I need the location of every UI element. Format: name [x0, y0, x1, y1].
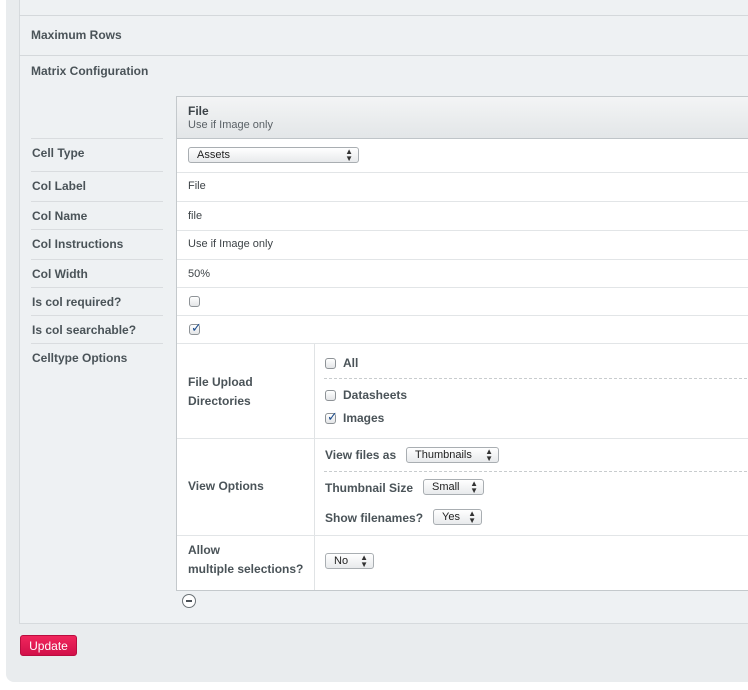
thumbnail-size-label: Thumbnail Size — [325, 481, 414, 495]
col-instructions-input[interactable]: Use if Image only — [188, 238, 273, 250]
is-col-searchable-label: Is col searchable? — [32, 323, 137, 337]
select-arrows-icon: ▲ ▼ — [470, 479, 478, 495]
row-divider — [177, 172, 748, 173]
matrix-configuration-label: Matrix Configuration — [31, 64, 149, 78]
col-width-label: Col Width — [32, 267, 88, 281]
directory-datasheets-checkbox[interactable] — [325, 390, 336, 401]
is-col-required-label: Is col required? — [32, 295, 122, 309]
allow-multiple-select[interactable]: No ▲ ▼ — [325, 553, 374, 569]
label-separator — [31, 229, 163, 230]
col-name-input[interactable]: file — [188, 210, 202, 222]
col-name-label: Col Name — [32, 209, 88, 223]
dashed-separator — [324, 378, 748, 379]
label-separator — [31, 171, 163, 172]
allow-multiple-selections-label: Allow multiple selections? — [188, 541, 303, 579]
maximum-rows-label: Maximum Rows — [31, 28, 122, 42]
label-separator — [31, 138, 163, 139]
col-label-input[interactable]: File — [188, 180, 206, 192]
view-options-label: View Options — [188, 479, 264, 493]
label-separator — [31, 259, 163, 260]
directory-images-label: Images — [343, 411, 385, 425]
file-upload-directories-label: File Upload Directories — [188, 373, 253, 411]
row-divider — [177, 438, 748, 439]
show-filenames-value: Yes — [442, 511, 460, 523]
select-arrows-icon: ▲ ▼ — [345, 147, 353, 163]
thumbnail-size-value: Small — [432, 481, 460, 493]
label-separator — [31, 201, 163, 202]
label-separator — [31, 287, 163, 288]
file-upload-label-line2: Directories — [188, 394, 251, 408]
select-arrows-icon: ▲ ▼ — [360, 553, 368, 569]
col-width-input[interactable]: 50% — [188, 268, 210, 280]
matrix-column: File Use if Image only Assets ▲ ▼ File fi… — [176, 96, 748, 591]
dashed-separator — [324, 471, 748, 472]
cell-type-value: Assets — [197, 149, 231, 161]
remove-column-button[interactable] — [182, 594, 196, 608]
column-header-subtitle: Use if Image only — [188, 119, 273, 131]
view-files-as-label: View files as — [325, 448, 397, 462]
row-divider — [177, 259, 748, 260]
col-label-label: Col Label — [32, 179, 87, 193]
allow-multiple-label-line2: multiple selections? — [188, 562, 304, 576]
file-upload-label-line1: File Upload — [188, 375, 253, 389]
show-filenames-select[interactable]: Yes ▲ ▼ — [433, 509, 482, 525]
checkmark-icon: ✓ — [191, 320, 202, 335]
divider — [19, 55, 748, 56]
row-divider — [177, 287, 748, 288]
label-separator — [31, 315, 163, 316]
label-separator — [31, 343, 163, 344]
row-divider — [177, 230, 748, 231]
row-divider — [177, 201, 748, 202]
celltype-options-label: Celltype Options — [32, 351, 128, 365]
divider — [19, 15, 748, 16]
directory-all-checkbox[interactable] — [325, 358, 336, 369]
directory-datasheets-label: Datasheets — [343, 388, 408, 402]
row-divider — [177, 343, 748, 344]
update-button[interactable]: Update — [20, 635, 77, 656]
required-checkbox[interactable] — [189, 296, 200, 307]
allow-multiple-value: No — [334, 555, 349, 567]
show-filenames-label: Show filenames? — [325, 511, 424, 525]
searchable-checkbox[interactable]: ✓ — [189, 320, 202, 335]
row-divider — [177, 315, 748, 316]
directory-all-label: All — [343, 356, 359, 370]
allow-multiple-label-line1: Allow — [188, 543, 220, 557]
view-files-as-select[interactable]: Thumbnails ▲ ▼ — [406, 447, 499, 463]
column-header-title: File — [188, 104, 209, 118]
column-header[interactable]: File Use if Image only — [177, 97, 748, 139]
cell-type-label: Cell Type — [32, 146, 85, 160]
col-instructions-label: Col Instructions — [32, 237, 124, 251]
select-arrows-icon: ▲ ▼ — [468, 509, 476, 525]
directory-images-checkbox[interactable]: ✓ — [325, 409, 338, 424]
thumbnail-size-select[interactable]: Small ▲ ▼ — [423, 479, 484, 495]
view-files-as-value: Thumbnails — [415, 449, 472, 461]
row-divider — [177, 535, 748, 536]
cell-type-select[interactable]: Assets ▲ ▼ — [188, 147, 359, 163]
select-arrows-icon: ▲ ▼ — [485, 447, 493, 463]
checkmark-icon: ✓ — [327, 409, 338, 424]
options-divider — [314, 344, 315, 590]
